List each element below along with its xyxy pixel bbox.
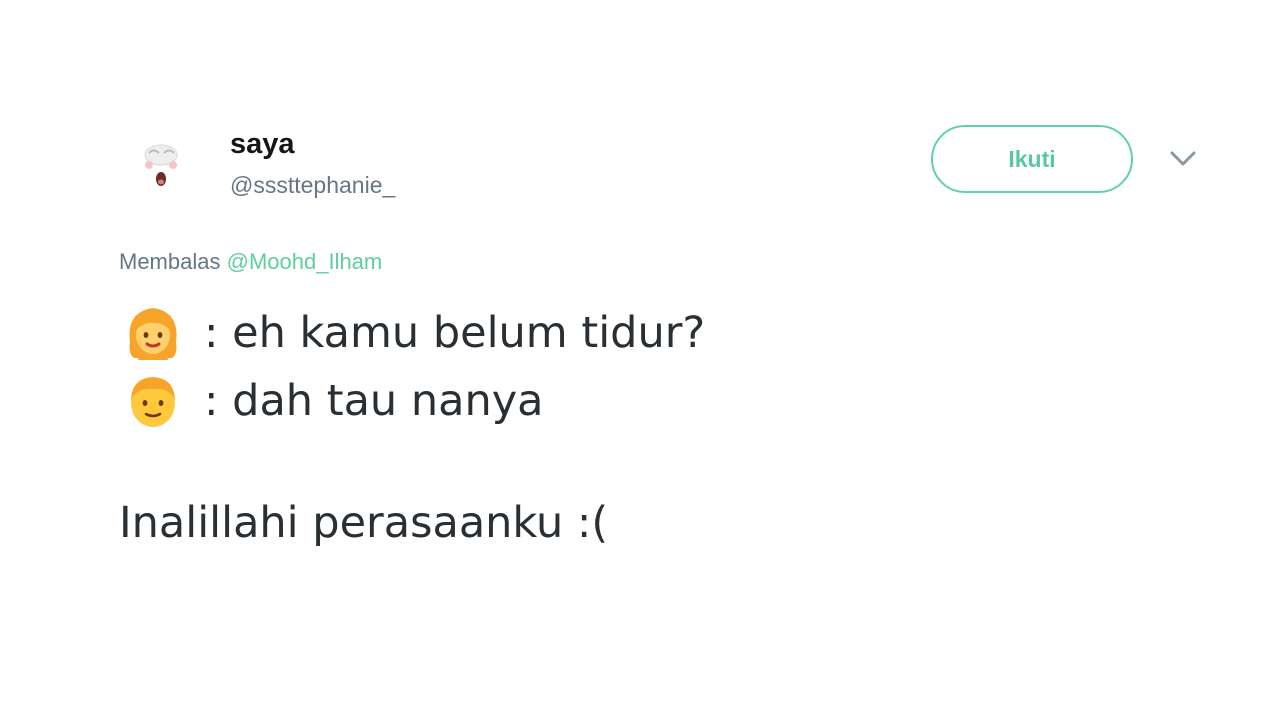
avatar[interactable] [130, 133, 192, 195]
girl-emoji-icon [129, 308, 177, 360]
boy-emoji-icon [131, 377, 175, 427]
tweet-line: : eh kamu belum tidur? [122, 302, 705, 364]
chevron-down-icon[interactable] [1166, 144, 1200, 174]
reply-prefix: Membalas [119, 249, 221, 274]
user-handle[interactable]: @sssttephanie_ [230, 170, 395, 200]
tweet-line: : dah tau nanya [122, 370, 544, 432]
reply-context: Membalas @Moohd_Ilham [119, 247, 382, 277]
tweet-text: : eh kamu belum tidur? [204, 308, 706, 358]
tweet-card: saya @sssttephanie_ Ikuti Membalas @Mooh… [0, 0, 1280, 720]
tweet-text: Inalillahi perasaanku :( [119, 498, 609, 548]
reply-mention-link[interactable]: @Moohd_Ilham [227, 249, 383, 274]
tweet-line: Inalillahi perasaanku :( [119, 493, 608, 553]
tweet-text: : dah tau nanya [204, 376, 544, 426]
display-name[interactable]: saya [230, 126, 295, 162]
follow-button[interactable]: Ikuti [931, 125, 1133, 193]
